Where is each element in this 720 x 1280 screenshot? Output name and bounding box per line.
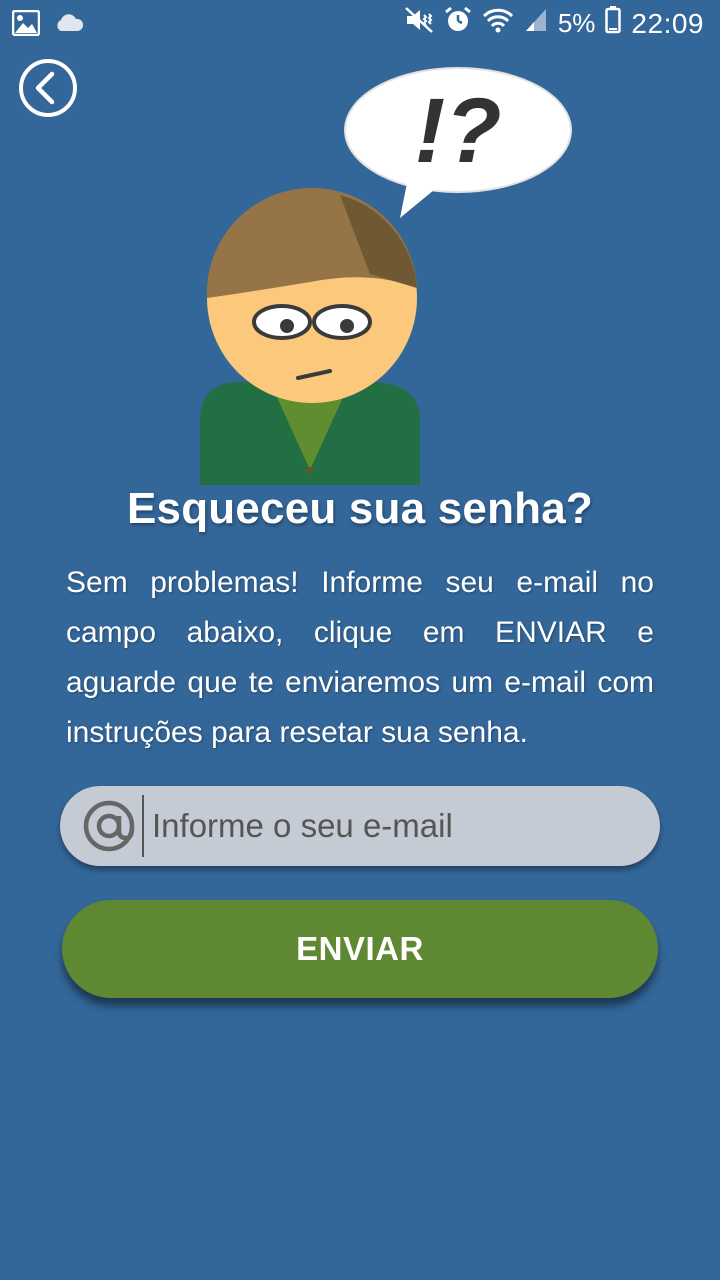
page-title: Esqueceu sua senha? xyxy=(127,484,593,533)
alarm-icon xyxy=(444,6,472,41)
wifi-icon xyxy=(482,7,514,40)
forgot-password-screen: 5% 22:09 !? Esqueceu sua senha? Sem prob… xyxy=(0,0,720,1280)
status-bar: 5% 22:09 xyxy=(0,0,720,50)
back-button[interactable] xyxy=(18,58,78,118)
chevron-left-circle-icon xyxy=(19,59,77,117)
speech-bubble: !? xyxy=(344,67,572,218)
email-field[interactable] xyxy=(60,786,660,866)
mute-vibrate-icon xyxy=(404,6,434,41)
cloud-icon xyxy=(54,13,84,38)
bubble-text: !? xyxy=(415,80,502,182)
field-divider xyxy=(142,795,144,857)
image-icon xyxy=(11,9,41,41)
status-bar-right: 5% 22:09 xyxy=(404,6,704,41)
status-bar-left xyxy=(11,9,84,41)
send-button[interactable]: ENVIAR xyxy=(62,900,658,998)
signal-icon xyxy=(524,7,548,40)
clock-time: 22:09 xyxy=(631,7,704,39)
at-icon xyxy=(78,795,140,857)
battery-percent: 5% xyxy=(557,8,596,38)
instructions-text: Sem problemas! Informe seu e-mail no cam… xyxy=(66,566,654,749)
confused-person-illustration: !? xyxy=(190,60,580,485)
person-head xyxy=(206,187,417,403)
email-input[interactable] xyxy=(150,795,634,857)
battery-icon xyxy=(605,6,622,41)
